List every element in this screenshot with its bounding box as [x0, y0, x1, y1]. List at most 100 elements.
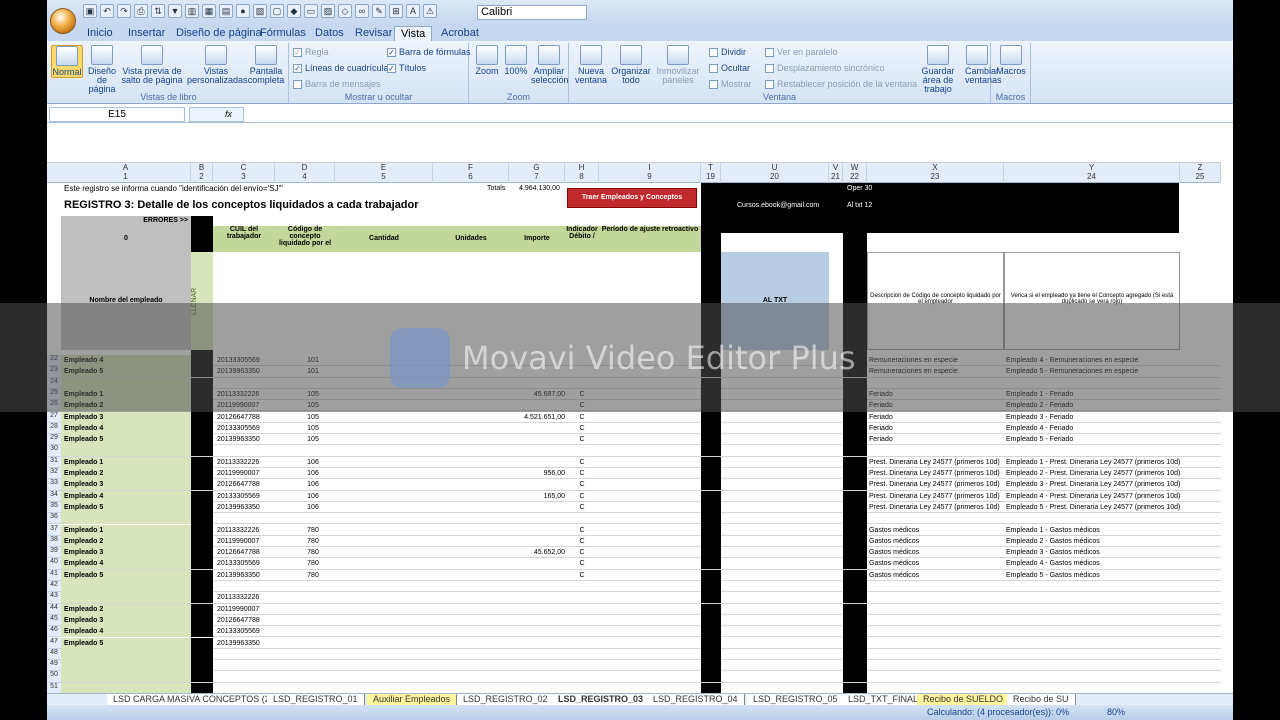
tab-revisar[interactable]: Revisar [349, 26, 398, 41]
cell-ver[interactable]: Empleado 5 - Feriado [1006, 434, 1182, 445]
cell-cuil[interactable]: 20113332226 [217, 457, 277, 468]
cell-cod[interactable]: 780 [283, 525, 343, 536]
page-break-button[interactable]: Vista previa de salto de página [121, 45, 183, 85]
cell-imp[interactable]: 4.521.651,00 [509, 412, 565, 423]
col-z[interactable]: Z 25 [1180, 163, 1221, 183]
cell-ind[interactable]: C [565, 434, 599, 445]
cell-name[interactable]: Empleado 2 [64, 604, 190, 615]
cell-cuil[interactable]: 20133305569 [217, 355, 277, 366]
cell-name[interactable]: Empleado 2 [64, 468, 190, 479]
cell-ver[interactable]: Empleado 3 - Feriado [1006, 412, 1182, 423]
cell-desc[interactable]: Gastos médicos [869, 525, 1006, 536]
tab-diseno[interactable]: Diseño de página [170, 26, 268, 41]
reset-position-button[interactable]: Restablecer posición de la ventana [765, 79, 917, 89]
cell-cuil[interactable]: 20133305569 [217, 491, 277, 502]
row-header[interactable]: 22 [47, 355, 61, 367]
col-e[interactable]: E5 [335, 163, 433, 183]
tab-formulas[interactable]: Fórmulas [254, 26, 312, 41]
cell-ind[interactable]: C [565, 468, 599, 479]
format-icon[interactable]: ▤ [219, 4, 233, 18]
row-header[interactable]: 24 [47, 377, 61, 389]
cell-cuil[interactable]: 20119990007 [217, 536, 277, 547]
link-icon[interactable]: ∞ [355, 4, 369, 18]
ruler-checkbox[interactable]: ✓ Regla [293, 47, 329, 57]
cell-cuil[interactable]: 20119990007 [217, 604, 277, 615]
page-layout-button[interactable]: Diseño de página [85, 45, 119, 94]
zoom-100-button[interactable]: 100% [503, 45, 529, 76]
cell-desc[interactable]: Prest. Dineraria Ley 24577 (primeros 10d… [869, 491, 1006, 502]
cell-name[interactable]: Empleado 2 [64, 400, 190, 411]
paste-icon[interactable]: ▧ [253, 4, 267, 18]
fetch-employees-button[interactable]: Traer Empleados y Conceptos [567, 188, 697, 208]
cell-name[interactable]: Empleado 2 [64, 536, 190, 547]
cell-cod[interactable]: 106 [283, 502, 343, 513]
cell-cuil[interactable]: 20126647788 [217, 547, 277, 558]
row-header[interactable]: 43 [47, 592, 61, 604]
row-header[interactable]: 23 [47, 366, 61, 378]
row-header[interactable]: 33 [47, 479, 61, 491]
cell-ind[interactable]: C [565, 457, 599, 468]
row-header[interactable]: 27 [47, 411, 61, 423]
cell-ver[interactable]: Empleado 4 - Remuneraciones en especie [1006, 355, 1182, 366]
cell-cod[interactable]: 106 [283, 457, 343, 468]
fill-icon[interactable]: ◆ [287, 4, 301, 18]
row-header[interactable]: 42 [47, 581, 61, 593]
tab-vista[interactable]: Vista [394, 26, 433, 41]
cell-desc[interactable]: Gastos médicos [869, 570, 1006, 581]
split-button[interactable]: Dividir [709, 47, 746, 57]
tab-inicio[interactable]: Inicio [81, 26, 119, 41]
zoom-level[interactable]: 80% [1107, 707, 1125, 717]
cell-cod[interactable]: 105 [283, 434, 343, 445]
cell-desc[interactable]: Feriado [869, 434, 1006, 445]
cell-name[interactable]: Empleado 4 [64, 355, 190, 366]
row-header[interactable]: 44 [47, 603, 61, 615]
cell-name[interactable]: Empleado 4 [64, 491, 190, 502]
cell-name[interactable]: Empleado 5 [64, 366, 190, 377]
cell-cuil[interactable]: 20119990007 [217, 468, 277, 479]
normal-view-button[interactable]: Normal [51, 45, 83, 78]
cell-cuil[interactable]: 20133305569 [217, 423, 277, 434]
shape-icon[interactable]: ◇ [338, 4, 352, 18]
cell-cuil[interactable]: 20133305569 [217, 558, 277, 569]
row-header[interactable]: 36 [47, 513, 61, 525]
cell-ind[interactable]: C [565, 525, 599, 536]
cell-ver[interactable]: Empleado 3 - Gastos médicos [1006, 547, 1182, 558]
msgbar-checkbox[interactable]: Barra de mensajes [293, 79, 381, 89]
arrange-button[interactable]: Organizar todo [611, 45, 651, 85]
row-header[interactable]: 28 [47, 422, 61, 435]
cell-cod[interactable]: 780 [283, 536, 343, 547]
cell-desc[interactable]: Feriado [869, 389, 1006, 400]
formulabar-checkbox[interactable]: ✓ Barra de fórmulas [387, 47, 471, 57]
col-x[interactable]: X 23 [867, 163, 1004, 183]
col-g[interactable]: G7 [509, 163, 565, 183]
row-header[interactable]: 39 [47, 547, 61, 559]
filter-icon[interactable]: ▼ [168, 4, 182, 18]
row-header[interactable]: 47 [47, 637, 61, 649]
cell-ind[interactable]: C [565, 389, 599, 400]
freeze-panes-button[interactable]: Inmovilizar paneles [653, 45, 703, 85]
col-a[interactable]: A1 [61, 163, 191, 183]
cell-cuil[interactable]: 20113332226 [217, 389, 277, 400]
print-icon[interactable]: ⎙ [134, 4, 148, 18]
custom-views-button[interactable]: Vistas personalizadas [187, 45, 248, 85]
row-header[interactable]: 29 [47, 434, 61, 446]
row-header[interactable]: 37 [47, 524, 61, 536]
cell-cuil[interactable]: 20133305569 [217, 626, 277, 637]
cell-imp[interactable]: 165,00 [509, 491, 565, 502]
cell-name[interactable]: Empleado 4 [64, 423, 190, 434]
col-b[interactable]: B2 [191, 163, 213, 183]
font-select[interactable]: Calibri [477, 5, 587, 20]
cell-ind[interactable]: C [565, 502, 599, 513]
cell-desc[interactable]: Feriado [869, 412, 1006, 423]
cell-cuil[interactable]: 20139963350 [217, 366, 277, 377]
col-y[interactable]: Y 24 [1004, 163, 1180, 183]
row-header[interactable]: 48 [47, 648, 61, 661]
cell-cuil[interactable]: 20139963350 [217, 638, 277, 649]
cell-imp[interactable]: 45.652,00 [509, 547, 565, 558]
font-color-icon[interactable]: A [406, 4, 420, 18]
cell-cod[interactable]: 106 [283, 491, 343, 502]
col-d[interactable]: D4 [275, 163, 335, 183]
cell-ver[interactable]: Empleado 5 - Prest. Dineraria Ley 24577 … [1006, 502, 1182, 513]
switch-windows-button[interactable]: Cambiar ventanas [965, 45, 1002, 85]
cell-ver[interactable]: Empleado 1 - Feriado [1006, 389, 1182, 400]
